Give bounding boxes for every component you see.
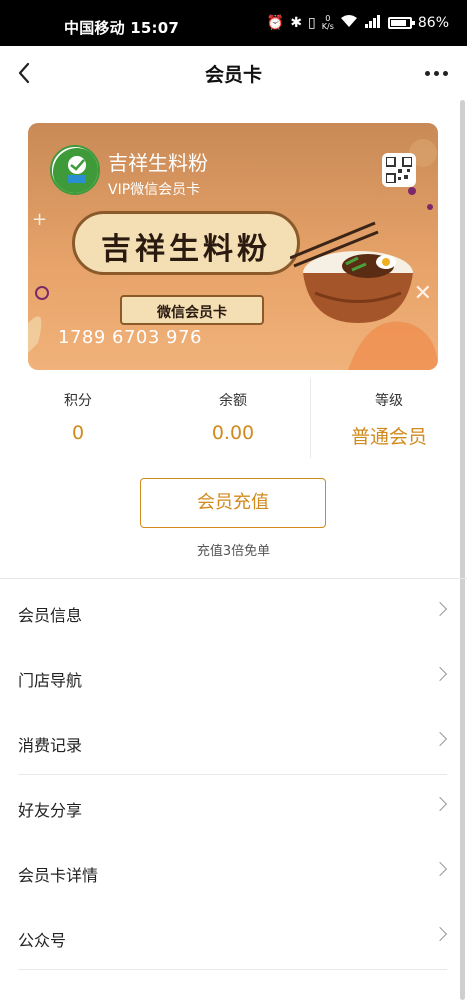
battery-icon — [387, 17, 415, 29]
balance-value: 0.00 — [211, 422, 255, 444]
chevron-right-icon — [432, 796, 448, 812]
menu-item-store-navigation[interactable]: 门店导航 — [0, 645, 467, 710]
card-number: 1789 6703 976 — [58, 327, 202, 348]
section-divider — [0, 578, 467, 579]
nav-header: 会员卡 — [0, 46, 467, 101]
net-speed: 0 K/s — [321, 14, 334, 31]
close-decor-icon: ✕ — [413, 281, 432, 306]
menu-item-label: 公众号 — [18, 931, 67, 950]
points-label: 积分 — [64, 393, 92, 409]
vibrate-icon: ▯ — [308, 15, 316, 31]
status-bar: 中国移动 15:07 ⏰ ✱ ▯ 0 K/s 86% — [0, 0, 467, 46]
qr-code-button[interactable] — [382, 153, 416, 187]
noodle-bowl-image — [290, 221, 413, 323]
menu-item-label: 会员信息 — [18, 606, 83, 625]
chevron-right-icon — [432, 601, 448, 617]
level-label: 等级 — [375, 393, 403, 409]
menu-item-label: 门店导航 — [18, 671, 83, 690]
bluetooth-icon: ✱ — [290, 15, 303, 31]
menu-list: 会员信息 门店导航 消费记录 好友分享 会员卡详情 公众号 — [0, 580, 467, 970]
brand-banner: 吉祥生料粉 — [72, 211, 300, 275]
alarm-icon: ⏰ — [266, 15, 285, 31]
battery-percent: 86% — [417, 15, 449, 31]
menu-item-purchase-history[interactable]: 消费记录 — [0, 710, 467, 775]
points-stat[interactable]: 积分 0 — [0, 378, 156, 444]
member-stats: 积分 0 余额 0.00 等级 普通会员 — [0, 378, 467, 458]
chevron-right-icon — [432, 666, 448, 682]
menu-item-official-account[interactable]: 公众号 — [0, 905, 467, 970]
level-stat[interactable]: 等级 普通会员 — [311, 378, 467, 449]
balance-label: 余额 — [219, 393, 247, 409]
level-value: 普通会员 — [350, 426, 427, 448]
signal-icon — [364, 14, 382, 32]
more-button[interactable] — [419, 60, 453, 86]
status-icons: ⏰ ✱ ▯ 0 K/s 86% — [267, 14, 449, 32]
qr-code-icon — [385, 156, 413, 184]
chevron-right-icon — [432, 926, 448, 942]
more-icon — [424, 70, 430, 76]
recharge-note: 充值3倍免单 — [196, 544, 271, 559]
menu-item-card-details[interactable]: 会员卡详情 — [0, 840, 467, 905]
menu-item-member-info[interactable]: 会员信息 — [0, 580, 467, 645]
balance-stat[interactable]: 余额 0.00 — [155, 378, 311, 444]
store-name: 吉祥生料粉 — [108, 151, 208, 175]
menu-item-share-friends[interactable]: 好友分享 — [0, 775, 467, 840]
card-ribbon: 微信会员卡 — [120, 295, 264, 325]
chevron-right-icon — [432, 861, 448, 877]
page-title: 会员卡 — [204, 64, 262, 86]
wifi-icon — [340, 14, 358, 32]
menu-item-label: 消费记录 — [18, 736, 83, 755]
menu-divider — [18, 969, 447, 970]
carrier-time: 中国移动 15:07 — [64, 19, 179, 37]
card-type: VIP微信会员卡 — [108, 182, 201, 198]
menu-item-label: 会员卡详情 — [18, 866, 99, 885]
store-logo — [50, 145, 100, 195]
membership-card[interactable]: 吉祥生料粉 VIP微信会员卡 + 吉祥生料粉 微信会员卡 1789 6703 9… — [28, 123, 438, 370]
ribbon-text: 微信会员卡 — [157, 305, 227, 321]
points-value: 0 — [71, 422, 85, 444]
recharge-button[interactable]: 会员充值 — [140, 478, 326, 528]
chevron-right-icon — [432, 731, 448, 747]
brand-banner-text: 吉祥生料粉 — [101, 232, 271, 267]
menu-item-label: 好友分享 — [18, 801, 83, 820]
plus-decor-icon: + — [32, 209, 48, 230]
